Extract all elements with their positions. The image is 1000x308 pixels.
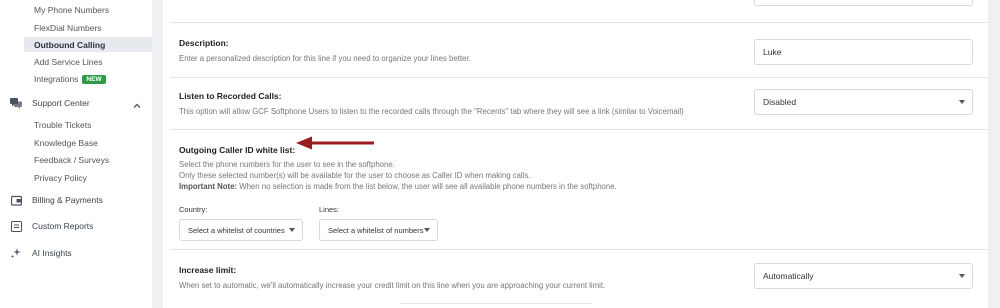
sidebar-item-trouble-tickets[interactable]: Trouble Tickets (34, 120, 91, 130)
description-help: Enter a personalized description for thi… (179, 54, 471, 63)
description-value: Luke (763, 47, 782, 57)
sidebar-item-label: AI Insights (32, 248, 72, 258)
country-label: Country: (179, 205, 208, 214)
recorded-calls-value: Disabled (763, 97, 797, 107)
chat-bubbles-icon (10, 97, 22, 109)
caller-id-help-line2: Only these selected number(s) will be av… (179, 171, 531, 180)
sidebar-item-my-phone-numbers[interactable]: My Phone Numbers (34, 5, 109, 15)
sidebar-item-custom-reports[interactable]: Custom Reports (10, 220, 93, 232)
sidebar-item-ai-insights[interactable]: AI Insights (10, 247, 72, 259)
chevron-up-icon[interactable] (132, 98, 142, 108)
increase-limit-label: Increase limit: (179, 265, 237, 275)
recorded-calls-help: This option will allow GCF Softphone Use… (179, 107, 684, 116)
sidebar-item-flexdial-numbers[interactable]: FlexDial Numbers (34, 23, 102, 33)
report-icon (10, 220, 22, 232)
recorded-calls-label: Listen to Recorded Calls: (179, 91, 282, 101)
divider (170, 249, 988, 250)
lines-whitelist-select[interactable]: Select a whitelist of numbers (319, 219, 438, 241)
increase-limit-select[interactable]: Automatically (754, 263, 973, 289)
divider (170, 22, 988, 23)
sidebar-gutter (152, 0, 163, 308)
caret-down-icon (289, 228, 295, 232)
divider (170, 129, 988, 130)
important-note-text: When no selection is made from the list … (239, 182, 617, 191)
sidebar-item-label: Billing & Payments (32, 195, 103, 205)
right-gutter (988, 0, 1000, 308)
caret-down-icon (959, 100, 965, 104)
sidebar-item-billing[interactable]: Billing & Payments (10, 194, 103, 206)
caller-id-important-note: Important Note: When no selection is mad… (179, 181, 617, 192)
left-arrow-icon (296, 136, 376, 155)
previous-setting-field[interactable] (754, 0, 973, 6)
divider (170, 77, 988, 78)
country-placeholder: Select a whitelist of countries (188, 225, 285, 235)
sidebar-item-label: Custom Reports (32, 221, 94, 231)
sidebar-item-support-center[interactable]: Support Center (10, 97, 90, 109)
wallet-icon (10, 194, 22, 206)
sidebar-item-label: Integrations (34, 74, 79, 84)
caret-down-icon (959, 274, 965, 278)
sidebar: My Phone Numbers FlexDial Numbers Outbou… (0, 0, 152, 308)
sidebar-item-label: Support Center (32, 98, 90, 108)
sidebar-item-knowledge-base[interactable]: Knowledge Base (34, 138, 98, 148)
caret-down-icon (424, 228, 430, 232)
sidebar-item-integrations[interactable]: Integrations NEW (34, 74, 106, 85)
description-label: Description: (179, 38, 229, 48)
sparkle-icon (10, 247, 22, 259)
caller-id-help-line1: Select the phone numbers for the user to… (179, 160, 395, 169)
description-input[interactable]: Luke (754, 39, 973, 65)
lines-label: Lines: (319, 205, 340, 214)
caller-id-whitelist-label: Outgoing Caller ID white list: (179, 145, 296, 155)
sidebar-item-privacy-policy[interactable]: Privacy Policy (34, 173, 87, 183)
divider (400, 303, 592, 304)
country-whitelist-select[interactable]: Select a whitelist of countries (179, 219, 303, 241)
sidebar-item-add-service-lines[interactable]: Add Service Lines (34, 57, 103, 67)
sidebar-item-feedback-surveys[interactable]: Feedback / Surveys (34, 155, 109, 165)
increase-limit-value: Automatically (763, 271, 814, 281)
increase-limit-help: When set to automatic, we'll automatical… (179, 281, 606, 290)
sidebar-item-outbound-calling[interactable]: Outbound Calling (34, 40, 105, 50)
recorded-calls-select[interactable]: Disabled (754, 89, 973, 115)
new-badge: NEW (82, 75, 106, 85)
important-note-label: Important Note: (179, 182, 238, 191)
lines-placeholder: Select a whitelist of numbers (328, 225, 424, 235)
